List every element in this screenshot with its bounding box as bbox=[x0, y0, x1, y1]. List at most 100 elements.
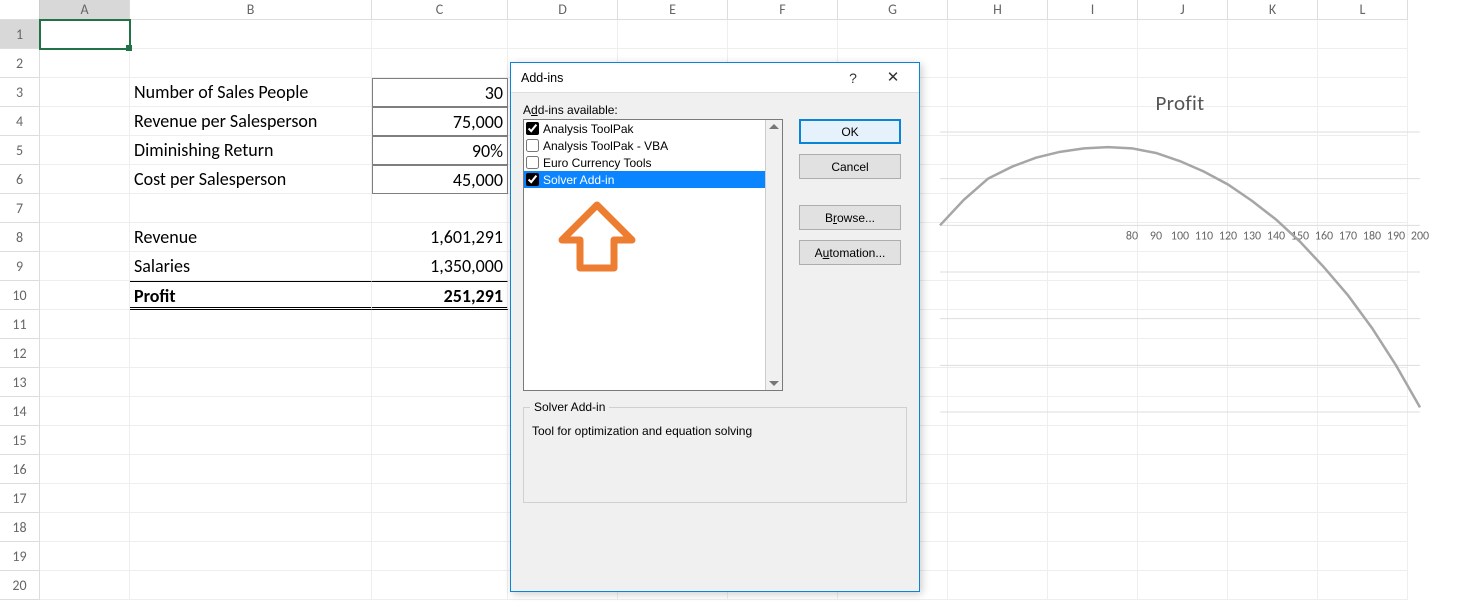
cell[interactable] bbox=[130, 49, 372, 78]
cell[interactable]: Number of Sales People bbox=[130, 78, 372, 107]
cell[interactable]: Cost per Salesperson bbox=[130, 165, 372, 194]
col-header-K[interactable]: K bbox=[1228, 0, 1318, 20]
cell[interactable] bbox=[1228, 542, 1318, 571]
cell[interactable] bbox=[130, 20, 372, 49]
row-header[interactable]: 4 bbox=[0, 107, 40, 136]
row-header[interactable]: 6 bbox=[0, 165, 40, 194]
row-header[interactable]: 20 bbox=[0, 571, 40, 600]
cell[interactable] bbox=[40, 281, 130, 310]
profit-chart[interactable]: Profit 809010011012013014015016017018019… bbox=[920, 90, 1440, 470]
cell[interactable] bbox=[1048, 513, 1138, 542]
cell[interactable] bbox=[372, 426, 508, 455]
cell[interactable] bbox=[130, 368, 372, 397]
col-header-F[interactable]: F bbox=[728, 0, 838, 20]
cell[interactable] bbox=[1228, 20, 1318, 49]
cell[interactable] bbox=[618, 20, 728, 49]
cell[interactable] bbox=[40, 426, 130, 455]
row-header[interactable]: 16 bbox=[0, 455, 40, 484]
col-header-H[interactable]: H bbox=[948, 0, 1048, 20]
cell[interactable] bbox=[40, 310, 130, 339]
col-header-C[interactable]: C bbox=[372, 0, 508, 20]
cell[interactable]: 90% bbox=[372, 136, 508, 165]
automation-button[interactable]: Automation... bbox=[799, 240, 901, 265]
browse-button[interactable]: Browse... bbox=[799, 205, 901, 230]
cell[interactable]: 251,291 bbox=[372, 281, 508, 310]
cell[interactable] bbox=[130, 194, 372, 223]
cell[interactable] bbox=[40, 49, 130, 78]
col-header-G[interactable]: G bbox=[838, 0, 948, 20]
listbox-scrollbar[interactable] bbox=[765, 120, 782, 390]
cell[interactable] bbox=[1228, 484, 1318, 513]
cell[interactable] bbox=[1048, 20, 1138, 49]
addin-checkbox[interactable] bbox=[526, 122, 539, 135]
cell[interactable] bbox=[40, 252, 130, 281]
cell[interactable] bbox=[40, 165, 130, 194]
cell[interactable] bbox=[948, 542, 1048, 571]
cell[interactable]: Diminishing Return bbox=[130, 136, 372, 165]
cell[interactable] bbox=[40, 78, 130, 107]
cell[interactable] bbox=[1048, 49, 1138, 78]
cell[interactable] bbox=[40, 397, 130, 426]
row-header[interactable]: 19 bbox=[0, 542, 40, 571]
addin-item[interactable]: Euro Currency Tools bbox=[524, 154, 765, 171]
cell[interactable]: Profit bbox=[130, 281, 372, 310]
cell[interactable] bbox=[1318, 513, 1408, 542]
cell[interactable] bbox=[40, 136, 130, 165]
row-header[interactable]: 10 bbox=[0, 281, 40, 310]
cell[interactable] bbox=[372, 20, 508, 49]
cell[interactable] bbox=[1228, 513, 1318, 542]
cell[interactable] bbox=[130, 513, 372, 542]
cell[interactable] bbox=[372, 484, 508, 513]
cell[interactable] bbox=[1138, 484, 1228, 513]
row-header[interactable]: 15 bbox=[0, 426, 40, 455]
cell[interactable]: 1,601,291 bbox=[372, 223, 508, 252]
cell[interactable] bbox=[372, 455, 508, 484]
cell[interactable] bbox=[1138, 49, 1228, 78]
addins-listbox[interactable]: Analysis ToolPakAnalysis ToolPak - VBAEu… bbox=[523, 119, 783, 391]
cell[interactable]: 45,000 bbox=[372, 165, 508, 194]
cell[interactable] bbox=[40, 571, 130, 600]
cell[interactable] bbox=[372, 310, 508, 339]
select-all-corner[interactable] bbox=[0, 0, 40, 20]
cell[interactable] bbox=[1228, 49, 1318, 78]
row-header[interactable]: 5 bbox=[0, 136, 40, 165]
cell[interactable] bbox=[948, 49, 1048, 78]
row-header[interactable]: 3 bbox=[0, 78, 40, 107]
cell[interactable]: 1,350,000 bbox=[372, 252, 508, 281]
cell[interactable] bbox=[1138, 20, 1228, 49]
row-header[interactable]: 12 bbox=[0, 339, 40, 368]
cell[interactable] bbox=[130, 339, 372, 368]
col-header-I[interactable]: I bbox=[1048, 0, 1138, 20]
cell[interactable] bbox=[40, 513, 130, 542]
addin-item[interactable]: Solver Add-in bbox=[524, 171, 765, 188]
addin-item[interactable]: Analysis ToolPak bbox=[524, 120, 765, 137]
cell[interactable] bbox=[508, 20, 618, 49]
cell[interactable] bbox=[948, 484, 1048, 513]
cell[interactable]: Revenue bbox=[130, 223, 372, 252]
col-header-B[interactable]: B bbox=[130, 0, 372, 20]
cell[interactable] bbox=[372, 339, 508, 368]
cell[interactable] bbox=[40, 223, 130, 252]
addin-checkbox[interactable] bbox=[526, 173, 539, 186]
col-header-A[interactable]: A bbox=[40, 0, 130, 20]
cell[interactable] bbox=[40, 107, 130, 136]
cell[interactable] bbox=[130, 542, 372, 571]
cell[interactable] bbox=[1318, 571, 1408, 600]
cell[interactable] bbox=[40, 339, 130, 368]
cell[interactable] bbox=[838, 20, 948, 49]
cell[interactable] bbox=[728, 20, 838, 49]
cell[interactable] bbox=[40, 194, 130, 223]
row-header[interactable]: 18 bbox=[0, 513, 40, 542]
cell[interactable] bbox=[130, 397, 372, 426]
ok-button[interactable]: OK bbox=[799, 119, 901, 144]
addin-checkbox[interactable] bbox=[526, 139, 539, 152]
cell[interactable] bbox=[372, 571, 508, 600]
cell[interactable] bbox=[130, 455, 372, 484]
cell[interactable] bbox=[1318, 20, 1408, 49]
cell[interactable] bbox=[948, 20, 1048, 49]
cell[interactable] bbox=[130, 571, 372, 600]
row-header[interactable]: 14 bbox=[0, 397, 40, 426]
close-icon[interactable]: ✕ bbox=[873, 63, 913, 93]
cell[interactable] bbox=[372, 49, 508, 78]
cancel-button[interactable]: Cancel bbox=[799, 154, 901, 179]
